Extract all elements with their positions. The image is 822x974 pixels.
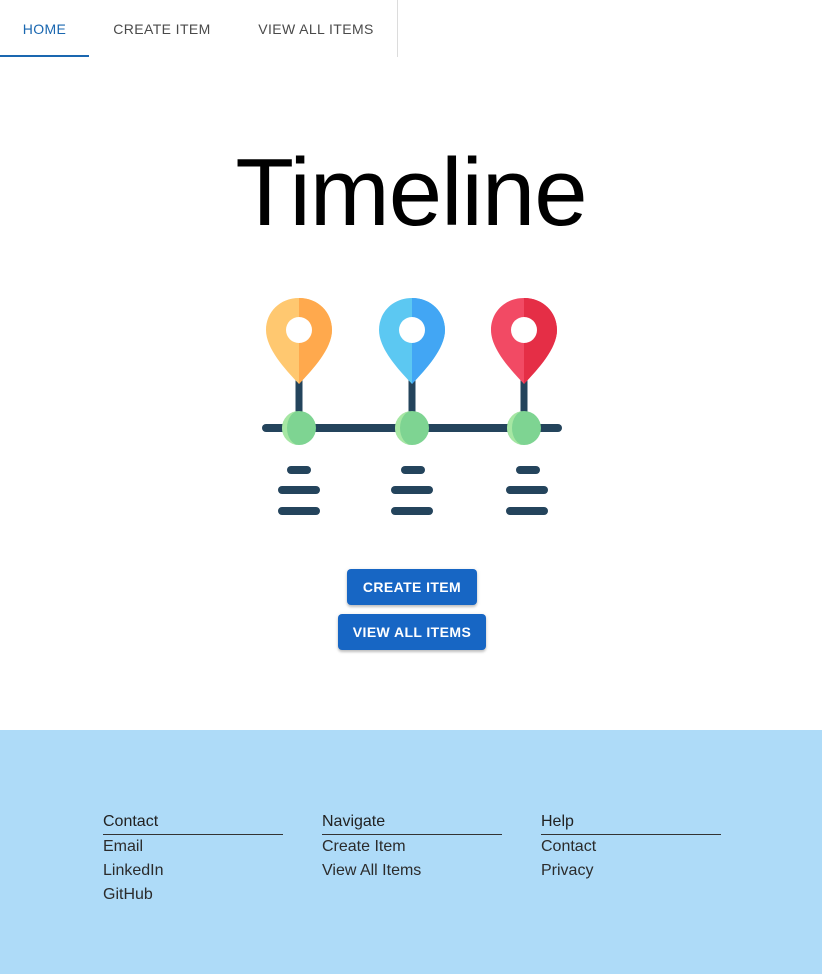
footer-link-view-all-items[interactable]: View All Items bbox=[322, 859, 502, 883]
tab-create-item[interactable]: CREATE ITEM bbox=[89, 0, 235, 57]
footer-link-create-item[interactable]: Create Item bbox=[322, 835, 502, 859]
footer-link-github[interactable]: GitHub bbox=[103, 883, 283, 907]
tab-home[interactable]: HOME bbox=[0, 0, 89, 57]
page: HOME CREATE ITEM VIEW ALL ITEMS Timeline bbox=[0, 0, 822, 974]
footer-link-privacy[interactable]: Privacy bbox=[541, 859, 721, 883]
pin-3-icon bbox=[491, 298, 557, 515]
top-nav: HOME CREATE ITEM VIEW ALL ITEMS bbox=[0, 0, 398, 57]
footer-heading: Navigate bbox=[322, 812, 502, 835]
page-title: Timeline bbox=[235, 139, 587, 246]
timeline-pins-icon bbox=[262, 298, 562, 515]
footer-heading: Help bbox=[541, 812, 721, 835]
footer-heading: Contact bbox=[103, 812, 283, 835]
footer-link-contact[interactable]: Contact bbox=[541, 835, 721, 859]
footer-link-email[interactable]: Email bbox=[103, 835, 283, 859]
view-all-items-button[interactable]: VIEW ALL ITEMS bbox=[338, 614, 486, 650]
create-item-button[interactable]: CREATE ITEM bbox=[347, 569, 477, 605]
footer-column-contact: Contact Email LinkedIn GitHub bbox=[103, 812, 283, 907]
footer-column-help: Help Contact Privacy bbox=[541, 812, 721, 883]
footer-column-navigate: Navigate Create Item View All Items bbox=[322, 812, 502, 883]
pin-2-icon bbox=[379, 298, 445, 515]
footer: Contact Email LinkedIn GitHub Navigate C… bbox=[0, 730, 822, 974]
tab-view-all-items[interactable]: VIEW ALL ITEMS bbox=[235, 0, 398, 57]
footer-link-linkedin[interactable]: LinkedIn bbox=[103, 859, 283, 883]
pin-1-icon bbox=[266, 298, 332, 515]
